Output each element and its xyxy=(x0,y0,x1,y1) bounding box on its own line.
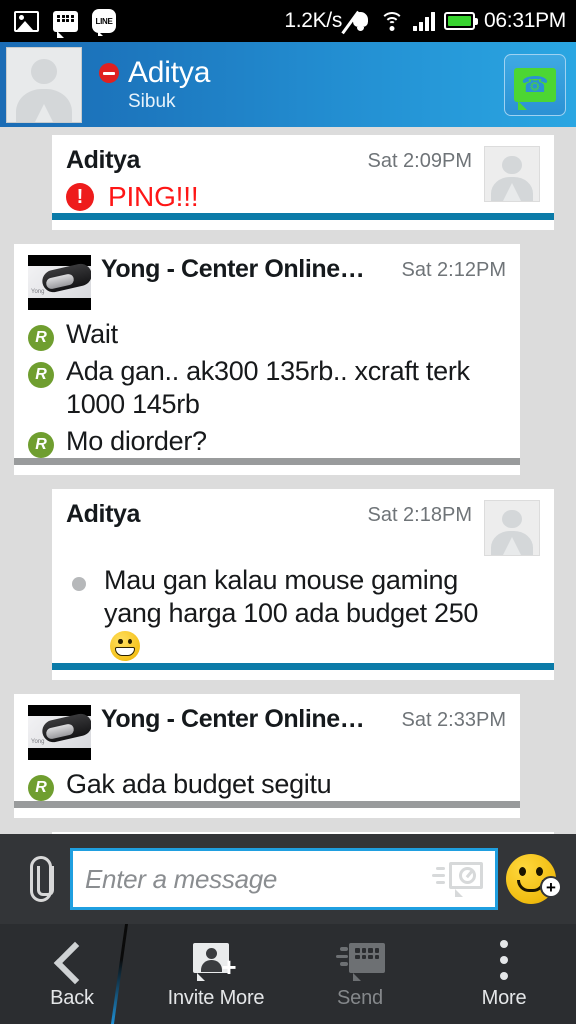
ping-text: PING!!! xyxy=(108,181,199,212)
page-title: Aditya xyxy=(128,56,211,89)
mute-bell-icon xyxy=(338,10,371,34)
nav-button-send[interactable]: Send xyxy=(288,924,432,1024)
battery-icon xyxy=(444,12,479,30)
message-text: Ada gan.. ak300 135rb.. xcraft terk 1000… xyxy=(66,356,470,419)
message-text: Mau gan kalau mouse gaming yang harga 10… xyxy=(104,564,482,663)
message-sender: Aditya xyxy=(66,499,141,528)
message-timestamp: Sat 2:12PM xyxy=(401,259,506,281)
status-bar-notifications: LINE xyxy=(14,9,116,38)
read-receipt-badge: R xyxy=(28,362,54,388)
bbm-send-icon xyxy=(335,943,385,981)
bbm-voice-call-button[interactable]: ☎ xyxy=(504,53,566,116)
line-icon: LINE xyxy=(92,9,116,36)
nav-label: More xyxy=(481,987,527,1009)
avatar[interactable] xyxy=(484,146,540,202)
message-input[interactable]: Enter a message xyxy=(70,848,498,910)
busy-status-dot xyxy=(99,63,119,83)
bbm-voice-call-icon: ☎ xyxy=(514,67,556,110)
timed-message-icon[interactable] xyxy=(431,861,483,897)
message-bubble[interactable]: Aditya ! PING!!! Sat 2:09PM xyxy=(52,135,554,230)
message-line: Mau gan kalau mouse gaming yang harga 10… xyxy=(66,564,482,663)
bubble-underline xyxy=(14,800,520,808)
bubble-underline xyxy=(52,662,554,670)
chat-header: Aditya Sibuk ☎ xyxy=(0,42,576,127)
message-bubble[interactable]: Yong Yong - Center Online… Sat 2:12PM R … xyxy=(14,244,520,475)
overflow-menu-icon xyxy=(500,940,508,980)
message-sender: Aditya xyxy=(66,146,141,174)
message-line: R Wait xyxy=(28,318,506,351)
message-text: Wait xyxy=(66,319,118,349)
message-timestamp: Sat 2:33PM xyxy=(401,708,506,731)
clock: 06:31PM xyxy=(484,9,566,32)
nav-button-invite-more[interactable]: + Invite More xyxy=(144,924,288,1024)
nav-label: Invite More xyxy=(167,987,265,1009)
message-sender: Yong - Center Online… xyxy=(101,704,365,733)
message-sender: Yong - Center Online… xyxy=(101,255,365,283)
status-bar: LINE 1.2K/s 06:31PM xyxy=(0,0,576,42)
nav-label: Back xyxy=(50,987,94,1009)
message-text: Mo diorder? xyxy=(66,425,207,456)
sent-status-dot xyxy=(72,576,86,591)
message-line: R Mo diorder? xyxy=(28,425,506,458)
read-receipt-badge: R xyxy=(28,325,54,351)
message-timestamp: Sat 2:18PM xyxy=(367,503,472,526)
message-text: Gak ada budget segitu xyxy=(66,768,332,799)
avatar[interactable] xyxy=(6,46,82,123)
message-row[interactable]: Yong Yong - Center Online… Sat 2:12PM R … xyxy=(0,244,576,475)
grinning-face-icon xyxy=(110,630,140,661)
message-list[interactable]: Aditya ! PING!!! Sat 2:09PM Yong Yong - … xyxy=(0,127,576,834)
message-bubble[interactable]: Aditya Sat 2:18PM Mau gan kalau mouse ga… xyxy=(52,488,554,680)
message-row[interactable]: Yong Yong - Center Online… Sat 2:33PM R … xyxy=(0,693,576,818)
bbm-icon xyxy=(53,10,78,38)
avatar[interactable] xyxy=(484,499,540,556)
attach-button[interactable] xyxy=(12,856,70,902)
status-badge: Sibuk xyxy=(128,91,176,112)
read-receipt-badge: R xyxy=(28,431,54,458)
nav-label: Send xyxy=(337,987,383,1009)
read-receipt-badge: R xyxy=(28,774,54,801)
sender-thumbnail[interactable]: Yong xyxy=(28,704,91,760)
emoji-button[interactable]: + xyxy=(498,854,564,904)
message-row-partial[interactable] xyxy=(0,831,576,834)
bubble-underline xyxy=(14,457,520,465)
message-line: R Gak ada budget segitu xyxy=(28,768,506,801)
message-input-placeholder: Enter a message xyxy=(85,863,278,894)
status-bar-system: 1.2K/s 06:31PM xyxy=(284,9,566,34)
nav-button-more[interactable]: More xyxy=(432,924,576,1024)
paperclip-icon xyxy=(30,856,54,902)
message-bubble[interactable]: Yong Yong - Center Online… Sat 2:33PM R … xyxy=(14,693,520,818)
message-timestamp: Sat 2:09PM xyxy=(367,150,472,172)
bottom-navigation-bar: Back + Invite More Send More xyxy=(0,924,576,1024)
message-row[interactable]: Aditya ! PING!!! Sat 2:09PM xyxy=(0,135,576,230)
message-row[interactable]: Aditya Sat 2:18PM Mau gan kalau mouse ga… xyxy=(0,488,576,680)
sender-thumbnail[interactable]: Yong xyxy=(28,255,91,310)
bbm-chat-screen: LINE 1.2K/s 06:31PM Aditya Sibuk ☎ Adity… xyxy=(0,0,576,1024)
network-speed: 1.2K/s xyxy=(284,9,343,32)
bubble-underline xyxy=(52,213,554,220)
invite-person-add-icon: + xyxy=(193,943,239,981)
message-input-bar: Enter a message + xyxy=(0,834,576,924)
wifi-icon xyxy=(380,11,405,31)
signal-bars-icon xyxy=(413,11,436,31)
photo-icon xyxy=(14,10,39,32)
ping-alert-icon: ! xyxy=(66,183,94,211)
message-line: R Ada gan.. ak300 135rb.. xcraft terk 10… xyxy=(28,355,506,421)
message-bubble[interactable] xyxy=(52,831,554,834)
plus-badge-icon: + xyxy=(540,876,562,898)
nav-button-back[interactable]: Back xyxy=(0,924,144,1024)
header-text[interactable]: Aditya Sibuk xyxy=(99,56,504,113)
